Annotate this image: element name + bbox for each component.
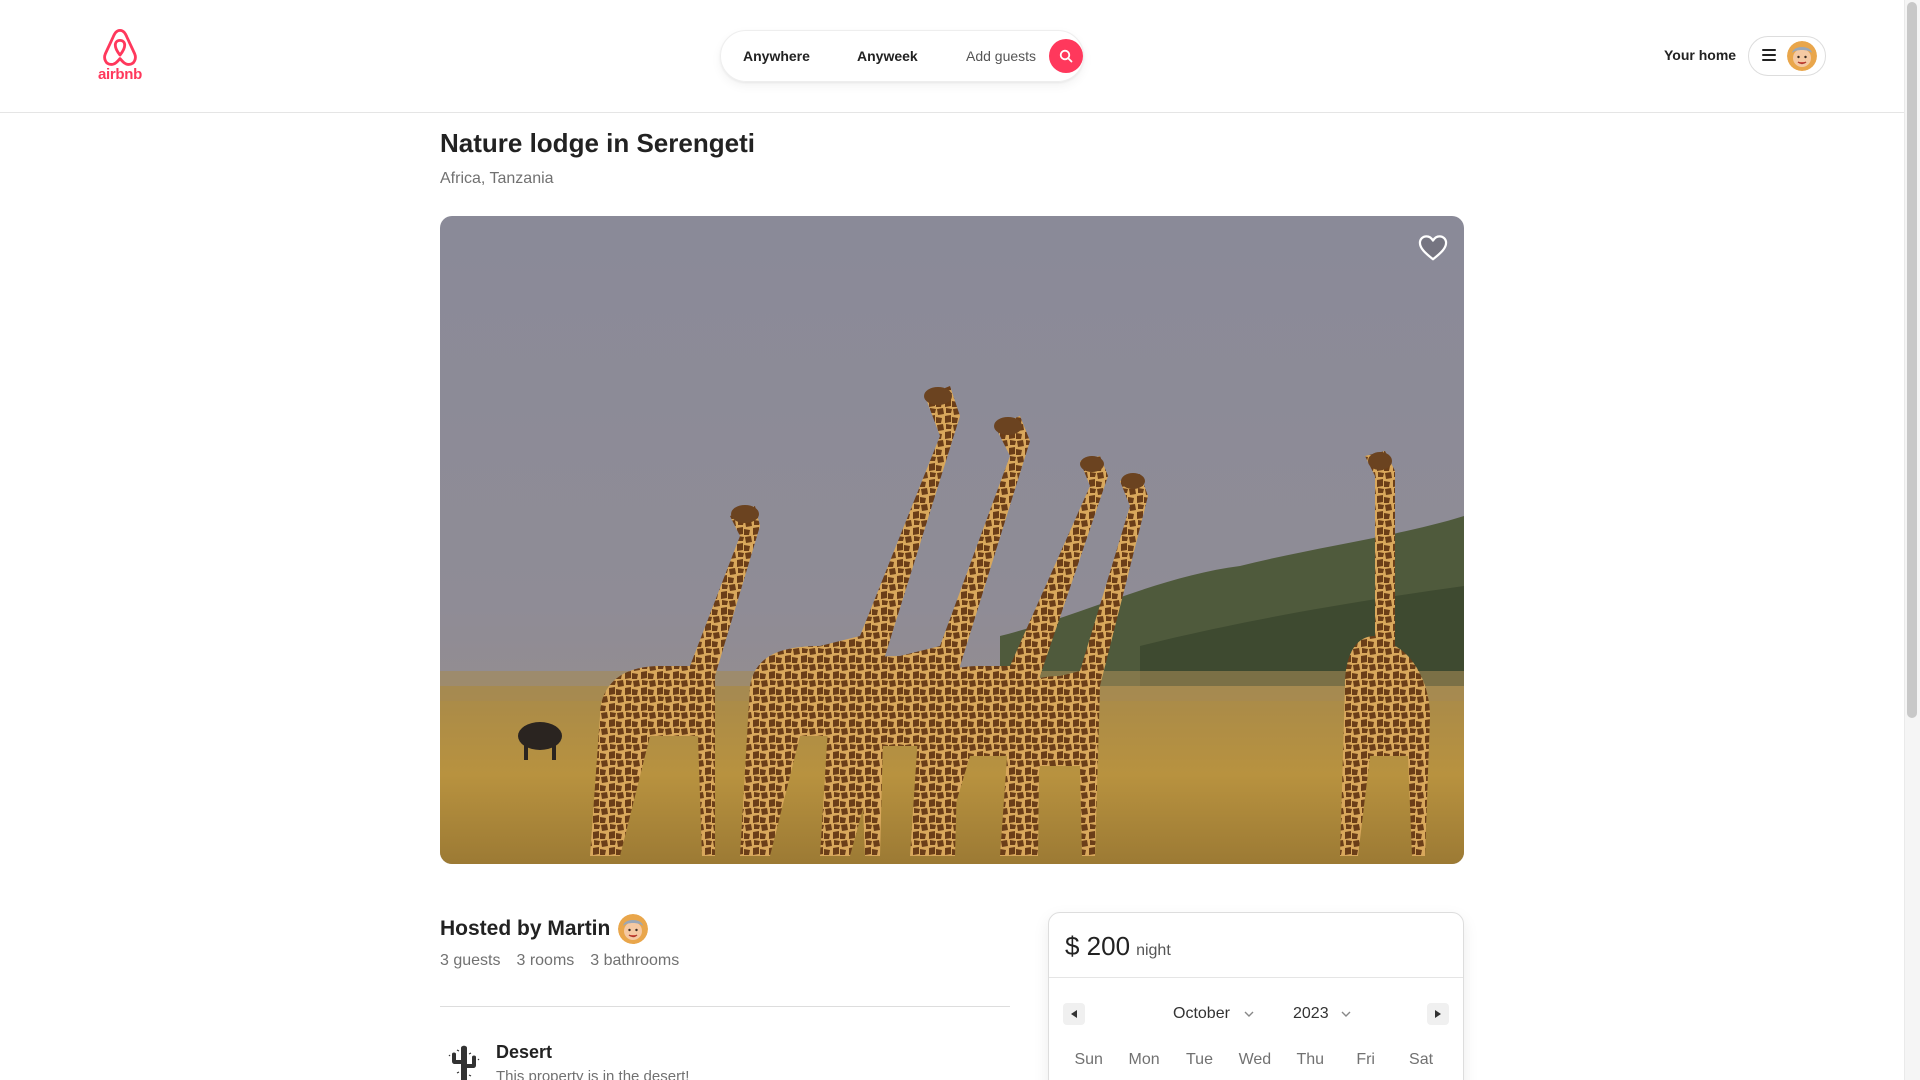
booking-card: $ 200 night October 2023 Sun Mon Tue Wed… [1048,912,1464,1080]
calendar-year-select[interactable]: 2023 [1293,1005,1351,1023]
price-display: $ 200 night [1065,931,1171,962]
airbnb-logo[interactable]: airbnb [96,28,144,84]
user-avatar [1787,41,1817,71]
calendar-month-select[interactable]: October [1173,1005,1254,1023]
user-menu-button[interactable] [1748,36,1826,76]
favorite-heart-icon[interactable] [1418,234,1448,262]
cactus-icon [448,1045,480,1080]
booking-divider [1049,977,1463,978]
caret-left-icon [1071,1010,1077,1018]
your-home-link[interactable]: Your home [1664,47,1736,63]
search-add-guests[interactable]: Add guests [966,48,1036,64]
giraffes-photo [440,216,1464,864]
airbnb-logo-text: airbnb [97,66,143,83]
calendar-prev-button[interactable] [1063,1003,1085,1025]
chevron-down-icon [1341,1011,1351,1017]
calendar-weekdays: Sun Mon Tue Wed Thu Fri Sat [1061,1051,1449,1069]
listing-location: Africa, Tanzania [440,170,554,187]
hosted-by-heading: Hosted by Martin [440,914,649,944]
feature-description: This property is in the desert! [496,1068,690,1080]
scrollbar-thumb[interactable] [1907,2,1917,718]
weekday-label: Mon [1128,1051,1160,1068]
stat-rooms: 3 rooms [516,952,575,969]
calendar-next-button[interactable] [1427,1003,1449,1025]
calendar-year-value: 2023 [1293,1005,1329,1022]
search-bar[interactable]: Anywhere Anyweek Add guests [720,30,1084,82]
search-icon [1059,49,1073,63]
hamburger-icon [1762,49,1776,63]
weekday-label: Wed [1238,1051,1272,1068]
host-avatar [618,914,649,944]
price-value: $ 200 [1065,931,1131,961]
listing-stats: 3 guests 3 rooms 3 bathrooms [440,952,679,970]
price-unit: night [1136,942,1171,959]
weekday-label: Sat [1409,1051,1434,1068]
listing-title: Nature lodge in Serengeti [440,128,755,158]
hosted-by-text: Hosted by Martin [440,917,611,940]
weekday-label: Sun [1074,1051,1103,1068]
feature-title: Desert [496,1042,553,1062]
search-anyweek[interactable]: Anyweek [857,48,918,64]
weekday-label: Thu [1296,1051,1325,1068]
stat-bathrooms: 3 bathrooms [590,952,680,969]
weekday-label: Fri [1356,1051,1375,1068]
caret-right-icon [1435,1010,1441,1018]
stat-guests: 3 guests [440,952,501,969]
search-anywhere[interactable]: Anywhere [743,48,810,64]
airbnb-logo-icon [103,28,137,66]
chevron-down-icon [1244,1011,1254,1017]
calendar-month-value: October [1173,1005,1230,1022]
listing-photo[interactable] [440,216,1464,864]
search-button[interactable] [1049,39,1083,73]
section-divider [440,1006,1010,1007]
top-header: airbnb Anywhere Anyweek Add guests Your … [0,0,1904,113]
weekday-label: Tue [1185,1051,1213,1068]
